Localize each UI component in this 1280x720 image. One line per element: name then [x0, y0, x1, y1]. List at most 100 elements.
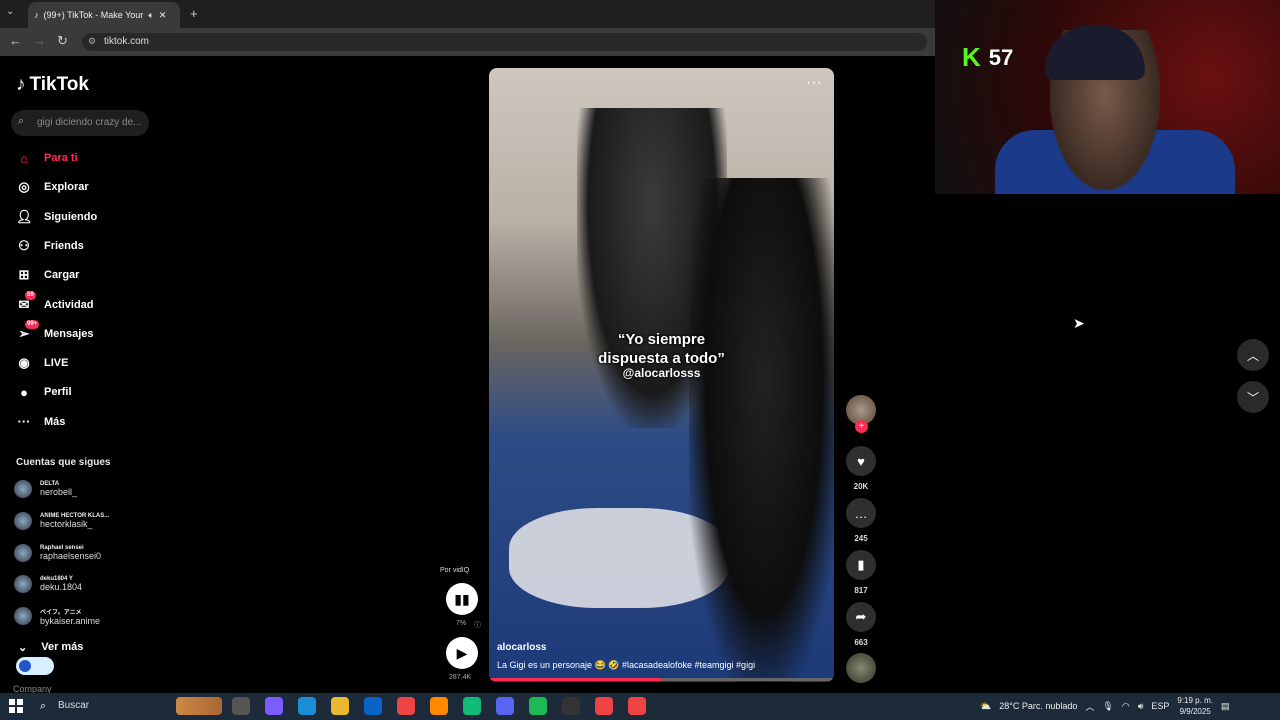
vidiq-percent: 7% [456, 620, 467, 627]
search-highlight-image [176, 697, 222, 715]
live-icon: ◉ [18, 355, 30, 371]
previous-video-button[interactable]: ︿ [1237, 339, 1269, 371]
compass-icon: ◎ [18, 179, 30, 195]
see-more-button[interactable]: ⌄ Ver más [18, 641, 83, 654]
following-account[interactable]: Raphael sensei raphaelsensei0 [14, 538, 154, 568]
info-icon[interactable]: ⓘ [474, 620, 481, 630]
file-explorer-icon[interactable] [331, 697, 349, 715]
search-icon: ⌕ [18, 115, 25, 127]
video-figure-woman [689, 178, 834, 682]
chrome-profile-icon[interactable] [595, 697, 613, 715]
sidebar-item-explorar[interactable]: ◎ Explorar [16, 175, 146, 199]
account-handle: deku.1804 [40, 582, 83, 593]
vidiq-stats-button[interactable]: ▮▮ [446, 583, 478, 615]
notifications-icon[interactable]: ▤ [1221, 701, 1230, 712]
more-options-icon[interactable]: ··· [806, 74, 822, 92]
taskbar-search-icon: ⌕ [40, 700, 47, 712]
task-view-icon[interactable] [232, 697, 250, 715]
following-account[interactable]: ANIME HECTOR KLAS... hectorklasik_ [14, 506, 154, 536]
logo-text: TikTok [29, 74, 89, 95]
sidebar-item-siguiendo[interactable]: 👤︎ Siguiendo [16, 205, 146, 229]
url-field[interactable]: tiktok.com [82, 33, 927, 51]
play-button[interactable]: ▶ [446, 637, 478, 669]
bookmark-icon: ▮ [857, 557, 865, 572]
sidebar-item-friends[interactable]: ⚇ Friends [16, 234, 146, 258]
sidebar-item-mensajes[interactable]: ➢ 99+ Mensajes [16, 319, 146, 346]
back-icon[interactable]: ← [9, 33, 22, 48]
sidebar-item-label: Perfil [44, 386, 72, 399]
extension-pill[interactable] [16, 657, 54, 675]
close-tab-icon[interactable]: ✕ [159, 10, 167, 21]
search-placeholder: gigi diciendo crazy de... [37, 117, 142, 128]
upload-icon: ⊞ [18, 267, 30, 283]
tiktok-logo[interactable]: ♪ TikTok [16, 74, 89, 96]
chrome-profile2-icon[interactable] [628, 697, 646, 715]
sidebar-item-live[interactable]: ◉ LIVE [16, 351, 146, 375]
browser-tab[interactable]: ♪ (99+) TikTok - Make Your Day 🔈︎ ✕ [28, 2, 180, 28]
friends-icon: ⚇ [18, 237, 30, 253]
profile-icon: ● [20, 384, 28, 400]
weather-text[interactable]: 28°C Parc. nublado [999, 701, 1077, 711]
sidebar-item-label: Actividad [44, 298, 94, 311]
edge-icon[interactable] [298, 697, 316, 715]
taskbar-search-label: Buscar [58, 700, 90, 711]
save-button[interactable]: ▮ [846, 550, 876, 580]
volume-icon[interactable]: 🔊︎ [1138, 701, 1144, 712]
sidebar-item-más[interactable]: ··· Más [16, 410, 146, 434]
site-info-icon[interactable]: ⚙︎ [88, 36, 96, 47]
video-progress-bar[interactable] [489, 678, 834, 681]
forward-icon[interactable]: → [33, 33, 46, 48]
vidiq-views: 287.4K [449, 674, 472, 681]
webcam-overlay [935, 0, 1280, 194]
comment-count: 245 [854, 534, 868, 543]
following-icon: 👤︎ [16, 208, 33, 224]
tray-chevron-icon[interactable]: ︿ [1085, 700, 1094, 713]
chevron-down-icon: ⌄ [18, 642, 28, 654]
like-button[interactable]: ♥ [846, 446, 876, 476]
app-green-icon[interactable] [463, 697, 481, 715]
sidebar-item-actividad[interactable]: ✉ 59 Actividad [16, 290, 146, 317]
account-handle: raphaelsensei0 [40, 550, 102, 561]
mic-icon[interactable]: 🎙︎ [1102, 701, 1113, 712]
clock[interactable]: 9:19 p. m. 9/9/2025 [1177, 695, 1213, 717]
reload-icon[interactable]: ↻ [57, 33, 68, 49]
sidebar-item-cargar[interactable]: ⊞ Cargar [16, 263, 146, 287]
app-a-icon[interactable] [430, 697, 448, 715]
chrome-icon[interactable] [397, 697, 415, 715]
following-account[interactable]: deku1804 Ydeku.1804 [14, 569, 154, 599]
tab-title: (99+) TikTok - Make Your Day [43, 10, 144, 20]
follow-plus-icon[interactable]: + [855, 420, 868, 433]
kick-logo-icon: K [962, 42, 981, 72]
sidebar-item-perfil[interactable]: ● Perfil [16, 380, 146, 404]
next-video-button[interactable]: ﹀ [1237, 381, 1269, 413]
weather-icon: ⛅ [980, 700, 992, 711]
video-author[interactable]: alocarloss [497, 642, 546, 653]
language-indicator[interactable]: ESP [1151, 701, 1169, 711]
wifi-icon[interactable]: ◠ [1122, 701, 1130, 712]
following-account[interactable]: DELTA nerobell_ [14, 474, 154, 504]
video-caption: “Yo siempre dispuesta a todo” [489, 330, 834, 368]
copilot-icon[interactable] [265, 697, 283, 715]
video-watermark: @alocarlosss [622, 366, 701, 380]
start-icon[interactable] [9, 699, 23, 713]
new-tab-button[interactable]: + [190, 6, 198, 21]
speaker-icon[interactable]: 🔈︎ [149, 10, 154, 21]
search-input[interactable]: gigi diciendo crazy de... [11, 110, 149, 136]
notification-badge: 59 [25, 290, 36, 300]
tab-list-icon[interactable]: ⌄ [6, 6, 14, 17]
mouse-cursor-icon: ➤ [1073, 315, 1085, 331]
sidebar-item-label: Más [44, 415, 66, 428]
share-button[interactable]: ➦ [846, 602, 876, 632]
music-disc-avatar[interactable] [846, 653, 876, 683]
avatar [14, 575, 32, 594]
caption-line1: “Yo siempre [617, 331, 706, 348]
outlook-icon[interactable] [364, 697, 382, 715]
discord-icon[interactable] [496, 697, 514, 715]
more-icon: ··· [17, 414, 31, 430]
spotify-icon[interactable] [529, 697, 547, 715]
video-player[interactable]: “Yo siempre dispuesta a todo” @alocarlos… [489, 68, 834, 682]
comment-button[interactable]: … [846, 498, 876, 528]
following-account[interactable]: ベイフ。アニメ bykaiser.anime [14, 601, 154, 631]
sidebar-item-para-ti[interactable]: ⌂ Para ti [16, 146, 146, 170]
terminal-icon[interactable] [562, 697, 580, 715]
